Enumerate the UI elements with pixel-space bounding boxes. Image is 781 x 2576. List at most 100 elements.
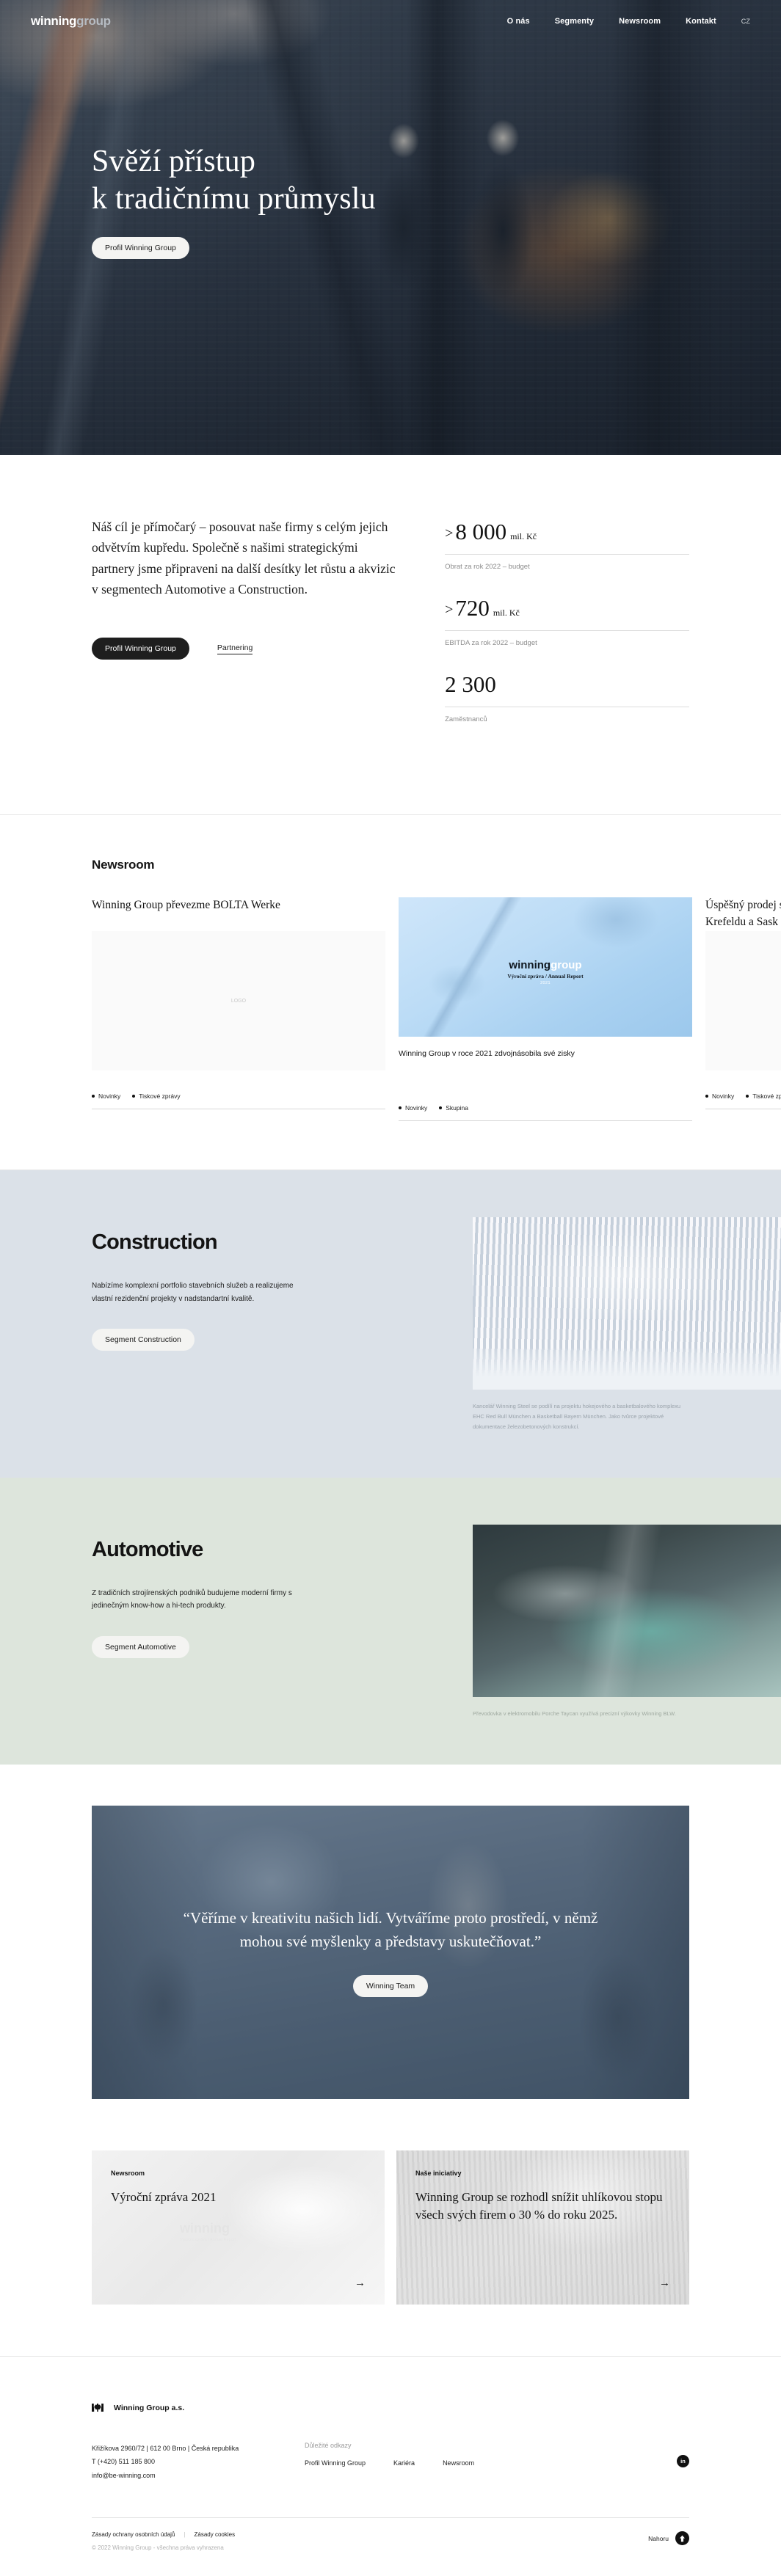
news-card-thumbnail: LOGO [92, 931, 385, 1071]
footer-email[interactable]: info@be-winning.com [92, 2469, 305, 2482]
footer-links-heading: Důležité odkazy [305, 2441, 352, 2449]
segment-automotive-button[interactable]: Segment Automotive [92, 1635, 189, 1658]
segment-construction-button[interactable]: Segment Construction [92, 1329, 195, 1351]
footer-brand: Winning Group a.s. [92, 2404, 689, 2412]
newsroom-section: Newsroom Winning Group převezme BOLTA We… [0, 815, 781, 1171]
bullet-icon [399, 1106, 402, 1110]
newsroom-card-rail[interactable]: Winning Group převezme BOLTA Werke LOGO … [0, 897, 781, 1122]
annual-report-logo-word2: group [551, 959, 582, 972]
news-card-tags: Novinky Tiskové zprávy [705, 1092, 781, 1100]
footer-phone[interactable]: T (+420) 511 185 800 [92, 2455, 305, 2468]
logo-word-primary: winning [31, 14, 77, 28]
nav-item-kontakt[interactable]: Kontakt [686, 17, 716, 26]
footer-legal: Zásady ochrany osobních údajů | Zásady c… [92, 2531, 235, 2551]
footer-link-newsroom[interactable]: Newsroom [443, 2459, 474, 2467]
intro-profile-button[interactable]: Profil Winning Group [92, 638, 189, 660]
stat-ebitda-unit: mil. Kč [493, 607, 520, 619]
news-card-thumbnail [705, 931, 781, 1071]
quote-banner: “Věříme v kreativitu našich lidí. Vytvář… [92, 1805, 689, 2099]
stat-divider [445, 554, 689, 555]
promo-cards-section: winning Výroční zpráva / Annual Report N… [0, 2137, 781, 2357]
stat-employees-label: Zaměstnanců [445, 715, 487, 724]
promo-card-initiatives[interactable]: Naše iniciativy Winning Group se rozhodl… [396, 2150, 689, 2305]
footer-link-kariera[interactable]: Kariéra [393, 2459, 415, 2467]
footer-bottom: Zásady ochrany osobních údajů | Zásady c… [92, 2531, 689, 2576]
footer-links-row: Profil Winning Group Kariéra Newsroom [305, 2459, 620, 2467]
stat-turnover-prefix: > [445, 525, 454, 541]
stat-turnover-value: >8 000 mil. Kč [445, 519, 689, 544]
promo-card-title: Winning Group se rozhodl snížit uhlíkovo… [415, 2189, 663, 2222]
site-logo[interactable]: winninggroup [31, 14, 111, 29]
promo-card-watermark-sub: Výroční zpráva / Annual Report [180, 2237, 236, 2242]
intro-actions: Profil Winning Group Partnering [92, 638, 401, 660]
news-tag-label: Novinky [405, 1104, 428, 1112]
bullet-icon [439, 1106, 443, 1110]
intro-paragraph: Náš cíl je přímočarý – posouvat naše fir… [92, 519, 396, 597]
quote-section: “Věříme v kreativitu našich lidí. Vytvář… [0, 1765, 781, 2137]
news-tag[interactable]: Novinky [399, 1104, 427, 1112]
nav-item-segmenty[interactable]: Segmenty [555, 17, 594, 26]
footer-brand-name: Winning Group a.s. [114, 2403, 185, 2412]
segment-construction-media: Kancelář Winning Steel se podílí na proj… [473, 1217, 781, 1432]
intro-left-column: Náš cíl je přímočarý – posouvat naše fir… [92, 517, 401, 748]
news-tag-label: Novinky [98, 1092, 121, 1101]
news-tag[interactable]: Novinky [705, 1092, 734, 1100]
promo-card-title: Výroční zpráva 2021 [111, 2189, 217, 2204]
hero-section: winninggroup O nás Segmenty Newsroom Kon… [0, 0, 781, 455]
segment-automotive-copy: Z tradičních strojírenských podniků budu… [92, 1588, 292, 1610]
quote-cta-button[interactable]: Winning Team [352, 1975, 429, 1998]
news-tag-label: Tiskové zprávy [752, 1092, 781, 1101]
stat-employees-value: 2 300 [445, 672, 689, 697]
annual-report-cover: winninggroup Výroční zpráva / Annual Rep… [507, 959, 583, 985]
logo-word-secondary: group [76, 14, 111, 28]
promo-card-newsroom[interactable]: winning Výroční zpráva / Annual Report N… [92, 2150, 385, 2305]
footer-columns: Křižíkova 2960/72 | 612 00 Brno | Česká … [92, 2442, 689, 2482]
news-card[interactable]: Úspěšný prodej s Winning Group p pro aut… [705, 897, 781, 1121]
stat-ebitda-value: >720 mil. Kč [445, 596, 689, 621]
segment-automotive-media: Převodovka v elektromobilu Porche Taycan… [473, 1524, 781, 1719]
hero-content: Svěží přístup k tradičnímu průmyslu Prof… [92, 143, 376, 260]
annual-report-logo-word1: winning [509, 959, 551, 972]
nav-item-newsroom[interactable]: Newsroom [619, 17, 661, 26]
bullet-icon [705, 1095, 708, 1098]
hero-headline-line2: k tradičnímu průmyslu [92, 182, 376, 216]
intro-partnering-link[interactable]: Partnering [217, 643, 253, 654]
crown-icon [92, 2404, 103, 2412]
news-card[interactable]: winninggroup Výroční zpráva / Annual Rep… [399, 897, 692, 1122]
arrow-right-icon: → [659, 2276, 670, 2289]
newsroom-heading: Newsroom [92, 858, 155, 872]
segment-construction-copy: Nabízíme komplexní portfolio stavebních … [92, 1282, 294, 1303]
hero-cta-button[interactable]: Profil Winning Group [92, 237, 189, 260]
stat-employees: 2 300 Zaměstnanců [445, 672, 689, 723]
news-tag-label: Tiskové zprávy [139, 1092, 181, 1101]
language-switcher[interactable]: CZ [741, 18, 750, 25]
intro-section: Náš cíl je přímočarý – posouvat naše fir… [0, 455, 781, 816]
bullet-icon [132, 1095, 136, 1098]
news-card[interactable]: Winning Group převezme BOLTA Werke LOGO … [92, 897, 385, 1121]
news-card-title: Winning Group převezme BOLTA Werke [92, 899, 280, 912]
promo-card-watermark-main: winning [180, 2220, 230, 2236]
segment-automotive-text: Automotive Z tradičních strojírenských p… [0, 1525, 301, 1658]
linkedin-icon[interactable]: in [677, 2454, 689, 2467]
bullet-icon [746, 1095, 749, 1098]
segment-automotive-image [473, 1524, 781, 1697]
stat-ebitda-number: 720 [455, 595, 490, 621]
news-tag[interactable]: Tiskové zprávy [746, 1092, 781, 1100]
footer-privacy-link[interactable]: Zásady ochrany osobních údajů [92, 2531, 175, 2538]
footer-cookies-link[interactable]: Zásady cookies [194, 2531, 235, 2538]
main-nav: O nás Segmenty Newsroom Kontakt CZ [507, 17, 750, 26]
promo-card-eyebrow: Newsroom [111, 2169, 145, 2177]
stat-turnover: >8 000 mil. Kč Obrat za rok 2022 – budget [445, 519, 689, 571]
footer-link-profil[interactable]: Profil Winning Group [305, 2459, 366, 2467]
hero-headline: Svěží přístup k tradičnímu průmyslu [92, 143, 376, 218]
promo-card-watermark: winning Výroční zpráva / Annual Report [180, 2221, 236, 2242]
news-tag[interactable]: Tiskové zprávy [132, 1092, 181, 1101]
footer-social: in [677, 2442, 689, 2467]
segment-automotive-heading: Automotive [92, 1537, 203, 1561]
segment-construction-text: Construction Nabízíme komplexní portfoli… [0, 1217, 301, 1351]
segment-construction: Construction Nabízíme komplexní portfoli… [0, 1170, 781, 1478]
nav-item-o-nas[interactable]: O nás [507, 17, 530, 26]
news-tag[interactable]: Skupina [439, 1104, 468, 1112]
news-tag[interactable]: Novinky [92, 1092, 120, 1100]
annual-report-year: 2021 [540, 981, 551, 986]
